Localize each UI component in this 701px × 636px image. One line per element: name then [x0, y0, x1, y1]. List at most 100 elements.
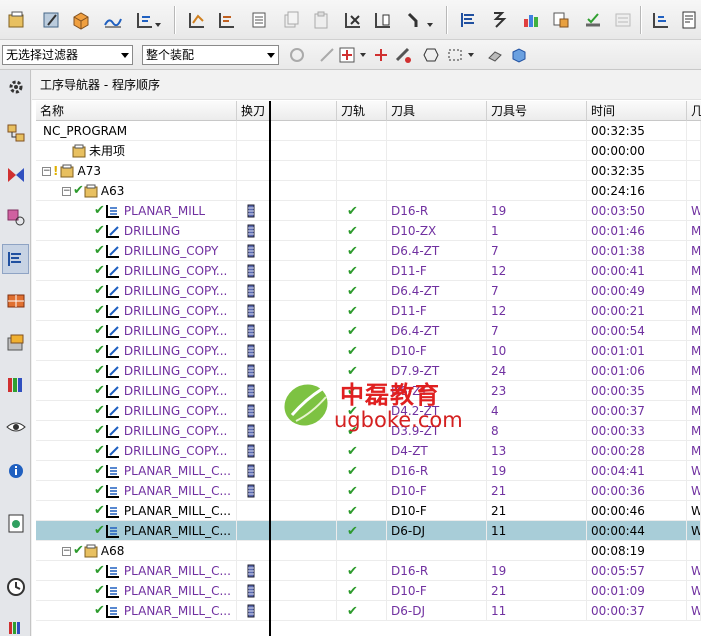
machine-control-dropdown-icon[interactable] — [424, 6, 436, 34]
time-cell: 00:08:19 — [587, 541, 687, 561]
row-name-cell[interactable]: −! A73 — [36, 161, 237, 181]
create-geometry-icon[interactable] — [68, 6, 94, 34]
tree-row[interactable]: ✔ PLANAR_MILL_C... ✔ D16-R1900:05:57W — [36, 561, 701, 581]
solid-body-icon[interactable] — [510, 46, 528, 64]
replay-toolpath-icon[interactable] — [214, 6, 240, 34]
collapse-toggle[interactable]: − — [42, 166, 51, 176]
row-name-cell[interactable]: ✔ PLANAR_MILL_C... — [36, 581, 237, 601]
row-name-cell[interactable]: ✔ DRILLING_COPY — [36, 241, 237, 261]
tree-row[interactable]: ✔ PLANAR_MILL_C... ✔ D6-DJ1100:00:37W — [36, 601, 701, 621]
row-name-cell[interactable]: 未用项 — [36, 141, 237, 161]
create-method-icon[interactable] — [100, 6, 126, 34]
row-name-cell[interactable]: ✔ DRILLING_COPY... — [36, 321, 237, 341]
row-name: DRILLING — [123, 224, 181, 238]
row-name-cell[interactable]: ✔ DRILLING_COPY... — [36, 441, 237, 461]
row-name-cell[interactable]: ✔ PLANAR_MILL — [36, 201, 237, 221]
tree-row[interactable]: − ✔ A68 00:08:19 — [36, 541, 701, 561]
create-operation-dropdown-icon[interactable] — [152, 6, 164, 34]
column-tool-change[interactable]: 换刀 — [237, 101, 337, 121]
tree-row[interactable]: ✔ DRILLING_COPY... ✔ D4-ZT 13 00:00:28 M — [36, 441, 701, 461]
geometry-view-icon[interactable] — [518, 6, 544, 34]
tree-row[interactable]: ✔ DRILLING_COPY... ✔ D6.4-ZT 7 00:00:49 M — [36, 281, 701, 301]
list-toolpath-icon[interactable] — [246, 6, 272, 34]
row-name-cell[interactable]: ✔ DRILLING_COPY... — [36, 361, 237, 381]
row-name-cell[interactable]: ✔ PLANAR_MILL_C... — [36, 561, 237, 581]
tree-row[interactable]: 未用项 00:00:00 — [36, 141, 701, 161]
row-name-cell[interactable]: ✔ PLANAR_MILL_C... — [36, 501, 237, 521]
row-name-cell[interactable]: ✔ DRILLING_COPY... — [36, 401, 237, 421]
history-eye-icon[interactable] — [2, 412, 29, 442]
intersection-point-icon[interactable] — [372, 46, 390, 64]
reuse-library-icon[interactable] — [2, 370, 29, 400]
column-name[interactable]: 名称 — [36, 101, 237, 121]
column-tool[interactable]: 刀具 — [387, 101, 487, 121]
column-time[interactable]: 时间 — [587, 101, 687, 121]
part-navigator-icon[interactable] — [2, 202, 29, 232]
row-name-cell[interactable]: ✔ PLANAR_MILL_C... — [36, 461, 237, 481]
create-program-icon[interactable] — [4, 6, 30, 34]
column-tool-number[interactable]: 刀具号 — [487, 101, 587, 121]
row-name-cell[interactable]: ✔ DRILLING_COPY... — [36, 261, 237, 281]
create-tool-icon[interactable] — [38, 6, 64, 34]
tree-row[interactable]: ✔ PLANAR_MILL_C... ✔ D16-R1900:04:41W — [36, 461, 701, 481]
selection-scope-dropdown[interactable]: 整个装配 — [142, 45, 279, 65]
verify-toolpath-icon[interactable] — [580, 6, 606, 34]
point-on-curve-icon[interactable] — [338, 46, 356, 64]
tree-row[interactable]: ✔ DRILLING_COPY... ✔ D11-F 12 00:00:21 M — [36, 301, 701, 321]
tree-row[interactable]: ✔ DRILLING_COPY... ✔ D11-F 12 00:00:41 M — [36, 261, 701, 281]
tree-row[interactable]: ✔ DRILLING_COPY... ✔ D10-F 10 00:01:01 M — [36, 341, 701, 361]
tree-row[interactable]: − ✔ A63 00:24:16 — [36, 181, 701, 201]
method-view-icon[interactable] — [548, 6, 574, 34]
tool-info-icon[interactable] — [370, 6, 396, 34]
constraint-navigator-icon[interactable] — [2, 160, 29, 190]
column-path[interactable]: 刀轨 — [337, 101, 387, 121]
rectangle-select-dropdown-icon[interactable] — [468, 53, 474, 57]
tree-row[interactable]: ✔ PLANAR_MILL_C... ✔ D10-F2100:00:46W — [36, 501, 701, 521]
collapse-toggle[interactable]: − — [62, 546, 71, 556]
tree-row[interactable]: ✔ PLANAR_MILL_C... ✔ D6-DJ1100:00:44W — [36, 521, 701, 541]
tree-row[interactable]: ✔ DRILLING_COPY... ✔ D6.4-ZT 7 00:00:54 M — [36, 321, 701, 341]
row-name-cell[interactable]: − ✔ A63 — [36, 181, 237, 201]
tree-row[interactable]: ✔ PLANAR_MILL ✔ D16-R1900:03:50W — [36, 201, 701, 221]
row-name-cell[interactable]: ✔ DRILLING — [36, 221, 237, 241]
program-order-view-icon[interactable] — [456, 6, 482, 34]
row-name-cell[interactable]: NC_PROGRAM — [36, 121, 237, 141]
rectangle-select-icon[interactable] — [446, 46, 464, 64]
palette-icon[interactable] — [2, 610, 29, 636]
tree-row[interactable]: ✔ PLANAR_MILL_C... ✔ D10-F2100:00:36W — [36, 481, 701, 501]
row-name-cell[interactable]: ✔ DRILLING_COPY... — [36, 421, 237, 441]
eraser-icon[interactable] — [486, 46, 504, 64]
row-name-cell[interactable]: ✔ DRILLING_COPY... — [36, 381, 237, 401]
row-name-cell[interactable]: ✔ PLANAR_MILL_C... — [36, 521, 237, 541]
delete-toolpath-icon[interactable] — [340, 6, 366, 34]
tree-row[interactable]: ✔ DRILLING ✔ D10-ZX 1 00:01:46 M — [36, 221, 701, 241]
tree-row[interactable]: ✔ PLANAR_MILL_C... ✔ D10-F2100:01:09W — [36, 581, 701, 601]
row-name-cell[interactable]: ✔ DRILLING_COPY... — [36, 341, 237, 361]
machine-tool-navigator-icon[interactable] — [2, 286, 29, 316]
generate-toolpath-icon[interactable] — [184, 6, 210, 34]
machining-feature-navigator-icon[interactable] — [2, 328, 29, 358]
snap-dropdown-icon[interactable] — [360, 53, 366, 57]
collapse-toggle[interactable]: − — [62, 186, 71, 196]
web-browser-icon[interactable] — [2, 508, 29, 538]
settings-gear-icon[interactable] — [2, 72, 29, 102]
tree-row[interactable]: NC_PROGRAM 00:32:35 — [36, 121, 701, 141]
type-filter-dropdown[interactable]: 无选择过滤器 — [2, 45, 133, 65]
history-clock-icon[interactable] — [2, 572, 29, 602]
row-name-cell[interactable]: − ✔ A68 — [36, 541, 237, 561]
face-select-icon[interactable] — [422, 46, 440, 64]
output-cls-icon[interactable] — [676, 6, 701, 34]
row-name-cell[interactable]: ✔ PLANAR_MILL_C... — [36, 601, 237, 621]
arc-center-icon[interactable] — [394, 46, 412, 64]
row-name-cell[interactable]: ✔ DRILLING_COPY... — [36, 281, 237, 301]
row-name-cell[interactable]: ✔ PLANAR_MILL_C... — [36, 481, 237, 501]
column-geometry[interactable]: 几 — [687, 101, 701, 121]
info-icon[interactable] — [2, 454, 29, 484]
tree-row[interactable]: ✔ DRILLING_COPY ✔ D6.4-ZT 7 00:01:38 M — [36, 241, 701, 261]
shop-docs-icon[interactable] — [648, 6, 674, 34]
tool-view-icon[interactable] — [486, 6, 512, 34]
tree-row[interactable]: −! A73 00:32:35 — [36, 161, 701, 181]
row-name-cell[interactable]: ✔ DRILLING_COPY... — [36, 301, 237, 321]
operation-navigator-icon[interactable] — [2, 244, 29, 274]
assembly-navigator-icon[interactable] — [2, 118, 29, 148]
